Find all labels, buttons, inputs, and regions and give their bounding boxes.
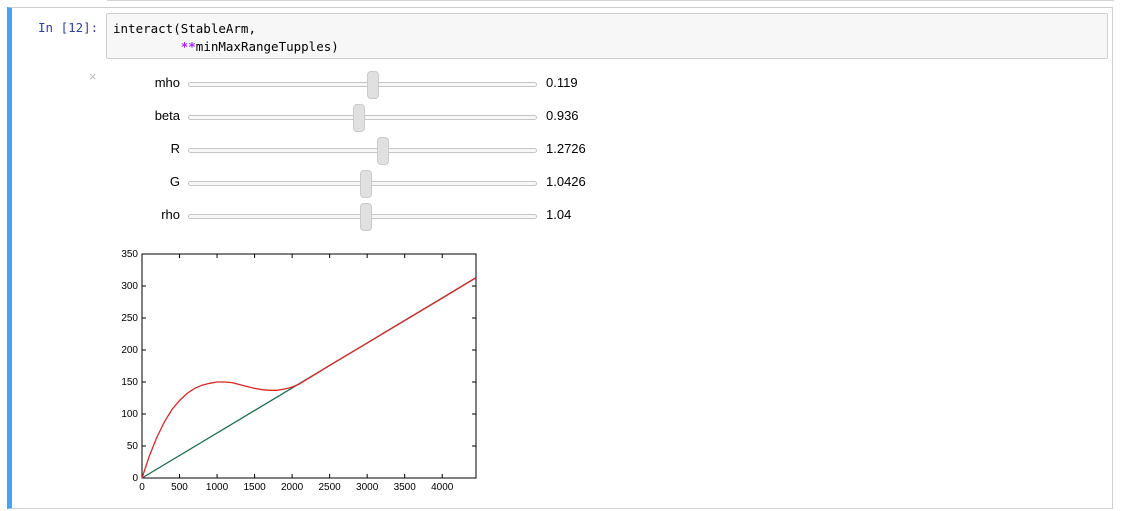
slider-label: R: [170, 141, 180, 156]
close-output-icon[interactable]: ×: [89, 69, 97, 84]
slider-value: 0.119: [546, 75, 578, 90]
code-line-2-rest: minMaxRangeTupples): [195, 39, 339, 54]
slider-label: G: [169, 174, 180, 189]
slider-handle[interactable]: [377, 137, 390, 165]
slider-rho: rho 1.04: [106, 203, 626, 231]
slider-value: 1.04: [546, 207, 572, 222]
slider-handle[interactable]: [353, 104, 365, 132]
slider-label: rho: [161, 207, 180, 222]
slider-value: 1.0426: [546, 174, 586, 189]
slider-value: 0.936: [546, 108, 579, 123]
slider-handle[interactable]: [366, 71, 379, 99]
slider-R: R 1.2726: [106, 137, 626, 165]
input-prompt: In [12]:: [38, 20, 99, 35]
slider-handle[interactable]: [359, 203, 372, 231]
kwargs-operator: **: [180, 39, 196, 54]
slider-track[interactable]: [188, 82, 537, 87]
code-line-2-indent: [113, 39, 181, 54]
slider-mho: mho 0.119: [106, 71, 626, 99]
code-line-1: interact(StableArm,: [113, 21, 256, 36]
slider-label: mho: [154, 75, 180, 90]
code-text: interact(StableArm, **minMaxRangeTupples…: [113, 20, 339, 56]
slider-track[interactable]: [188, 148, 537, 153]
slider-value: 1.2726: [546, 141, 586, 156]
slider-label: beta: [154, 108, 180, 123]
slider-handle[interactable]: [359, 170, 372, 198]
slider-beta: beta 0.936: [106, 104, 626, 132]
slider-G: G 1.0426: [106, 170, 626, 198]
previous-cell-border: [107, 0, 1114, 1]
